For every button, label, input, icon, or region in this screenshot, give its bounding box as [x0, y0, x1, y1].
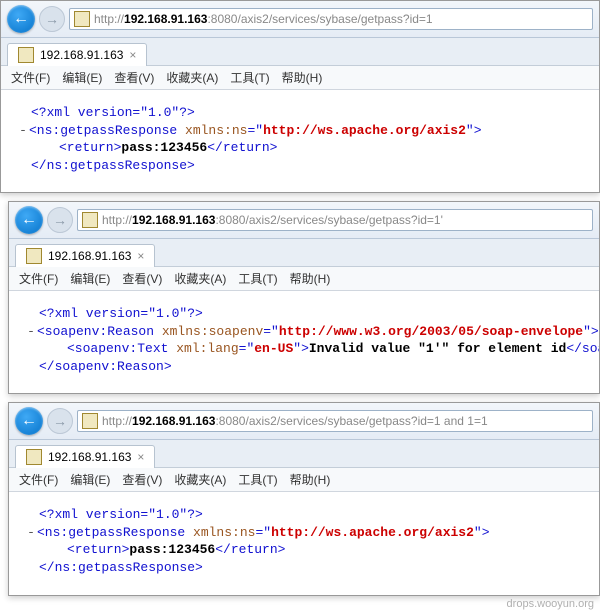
xml-content: <?xml version="1.0"?> -<soapenv:Reason x… [9, 291, 599, 393]
menu-tools[interactable]: 工具(T) [230, 69, 269, 86]
tab[interactable]: 192.168.91.163 × [7, 43, 147, 66]
tab-title: 192.168.91.163 [40, 48, 123, 62]
close-icon[interactable]: × [129, 48, 136, 62]
back-button[interactable] [15, 407, 43, 435]
browser-window-3: http://192.168.91.163:8080/axis2/service… [8, 402, 600, 595]
url-text: http://192.168.91.163:8080/axis2/service… [102, 213, 443, 227]
menu-help[interactable]: 帮助(H) [290, 471, 331, 488]
close-icon[interactable]: × [137, 249, 144, 263]
page-icon [26, 248, 42, 264]
tab-bar: 192.168.91.163 × [9, 440, 599, 468]
forward-button[interactable] [47, 207, 73, 233]
forward-button[interactable] [39, 6, 65, 32]
address-bar[interactable]: http://192.168.91.163:8080/axis2/service… [77, 410, 593, 432]
menu-help[interactable]: 帮助(H) [282, 69, 323, 86]
back-button[interactable] [15, 206, 43, 234]
tab[interactable]: 192.168.91.163 × [15, 445, 155, 468]
menu-help[interactable]: 帮助(H) [290, 270, 331, 287]
address-bar[interactable]: http://192.168.91.163:8080/axis2/service… [69, 8, 593, 30]
arrow-left-icon [21, 412, 37, 430]
url-text: http://192.168.91.163:8080/axis2/service… [102, 414, 488, 428]
page-icon [74, 11, 90, 27]
tab-title: 192.168.91.163 [48, 249, 131, 263]
page-icon [82, 212, 98, 228]
tab-bar: 192.168.91.163 × [9, 239, 599, 267]
browser-window-2: http://192.168.91.163:8080/axis2/service… [8, 201, 600, 394]
watermark: drops.wooyun.org [0, 596, 600, 614]
forward-button[interactable] [47, 408, 73, 434]
xml-content: <?xml version="1.0"?> -<ns:getpassRespon… [9, 492, 599, 594]
menu-bar: 文件(F) 编辑(E) 查看(V) 收藏夹(A) 工具(T) 帮助(H) [9, 468, 599, 492]
nav-toolbar: http://192.168.91.163:8080/axis2/service… [9, 202, 599, 239]
arrow-left-icon [13, 10, 29, 28]
menu-bar: 文件(F) 编辑(E) 查看(V) 收藏夹(A) 工具(T) 帮助(H) [1, 66, 599, 90]
close-icon[interactable]: × [137, 450, 144, 464]
tab[interactable]: 192.168.91.163 × [15, 244, 155, 267]
page-icon [82, 413, 98, 429]
menu-edit[interactable]: 编辑(E) [62, 69, 102, 86]
menu-tools[interactable]: 工具(T) [238, 270, 277, 287]
menu-file[interactable]: 文件(F) [19, 270, 58, 287]
arrow-right-icon [45, 11, 59, 27]
page-icon [18, 47, 34, 63]
menu-file[interactable]: 文件(F) [11, 69, 50, 86]
url-text: http://192.168.91.163:8080/axis2/service… [94, 12, 433, 26]
menu-favorites[interactable]: 收藏夹(A) [166, 69, 218, 86]
menu-edit[interactable]: 编辑(E) [70, 270, 110, 287]
menu-view[interactable]: 查看(V) [122, 270, 162, 287]
menu-view[interactable]: 查看(V) [122, 471, 162, 488]
browser-window-1: http://192.168.91.163:8080/axis2/service… [0, 0, 600, 193]
page-icon [26, 449, 42, 465]
back-button[interactable] [7, 5, 35, 33]
menu-favorites[interactable]: 收藏夹(A) [174, 270, 226, 287]
menu-tools[interactable]: 工具(T) [238, 471, 277, 488]
menu-bar: 文件(F) 编辑(E) 查看(V) 收藏夹(A) 工具(T) 帮助(H) [9, 267, 599, 291]
nav-toolbar: http://192.168.91.163:8080/axis2/service… [9, 403, 599, 440]
menu-file[interactable]: 文件(F) [19, 471, 58, 488]
arrow-left-icon [21, 211, 37, 229]
tab-bar: 192.168.91.163 × [1, 38, 599, 66]
arrow-right-icon [53, 413, 67, 429]
tab-title: 192.168.91.163 [48, 450, 131, 464]
menu-view[interactable]: 查看(V) [114, 69, 154, 86]
address-bar[interactable]: http://192.168.91.163:8080/axis2/service… [77, 209, 593, 231]
arrow-right-icon [53, 212, 67, 228]
xml-content: <?xml version="1.0"?> -<ns:getpassRespon… [1, 90, 599, 192]
nav-toolbar: http://192.168.91.163:8080/axis2/service… [1, 1, 599, 38]
menu-favorites[interactable]: 收藏夹(A) [174, 471, 226, 488]
menu-edit[interactable]: 编辑(E) [70, 471, 110, 488]
